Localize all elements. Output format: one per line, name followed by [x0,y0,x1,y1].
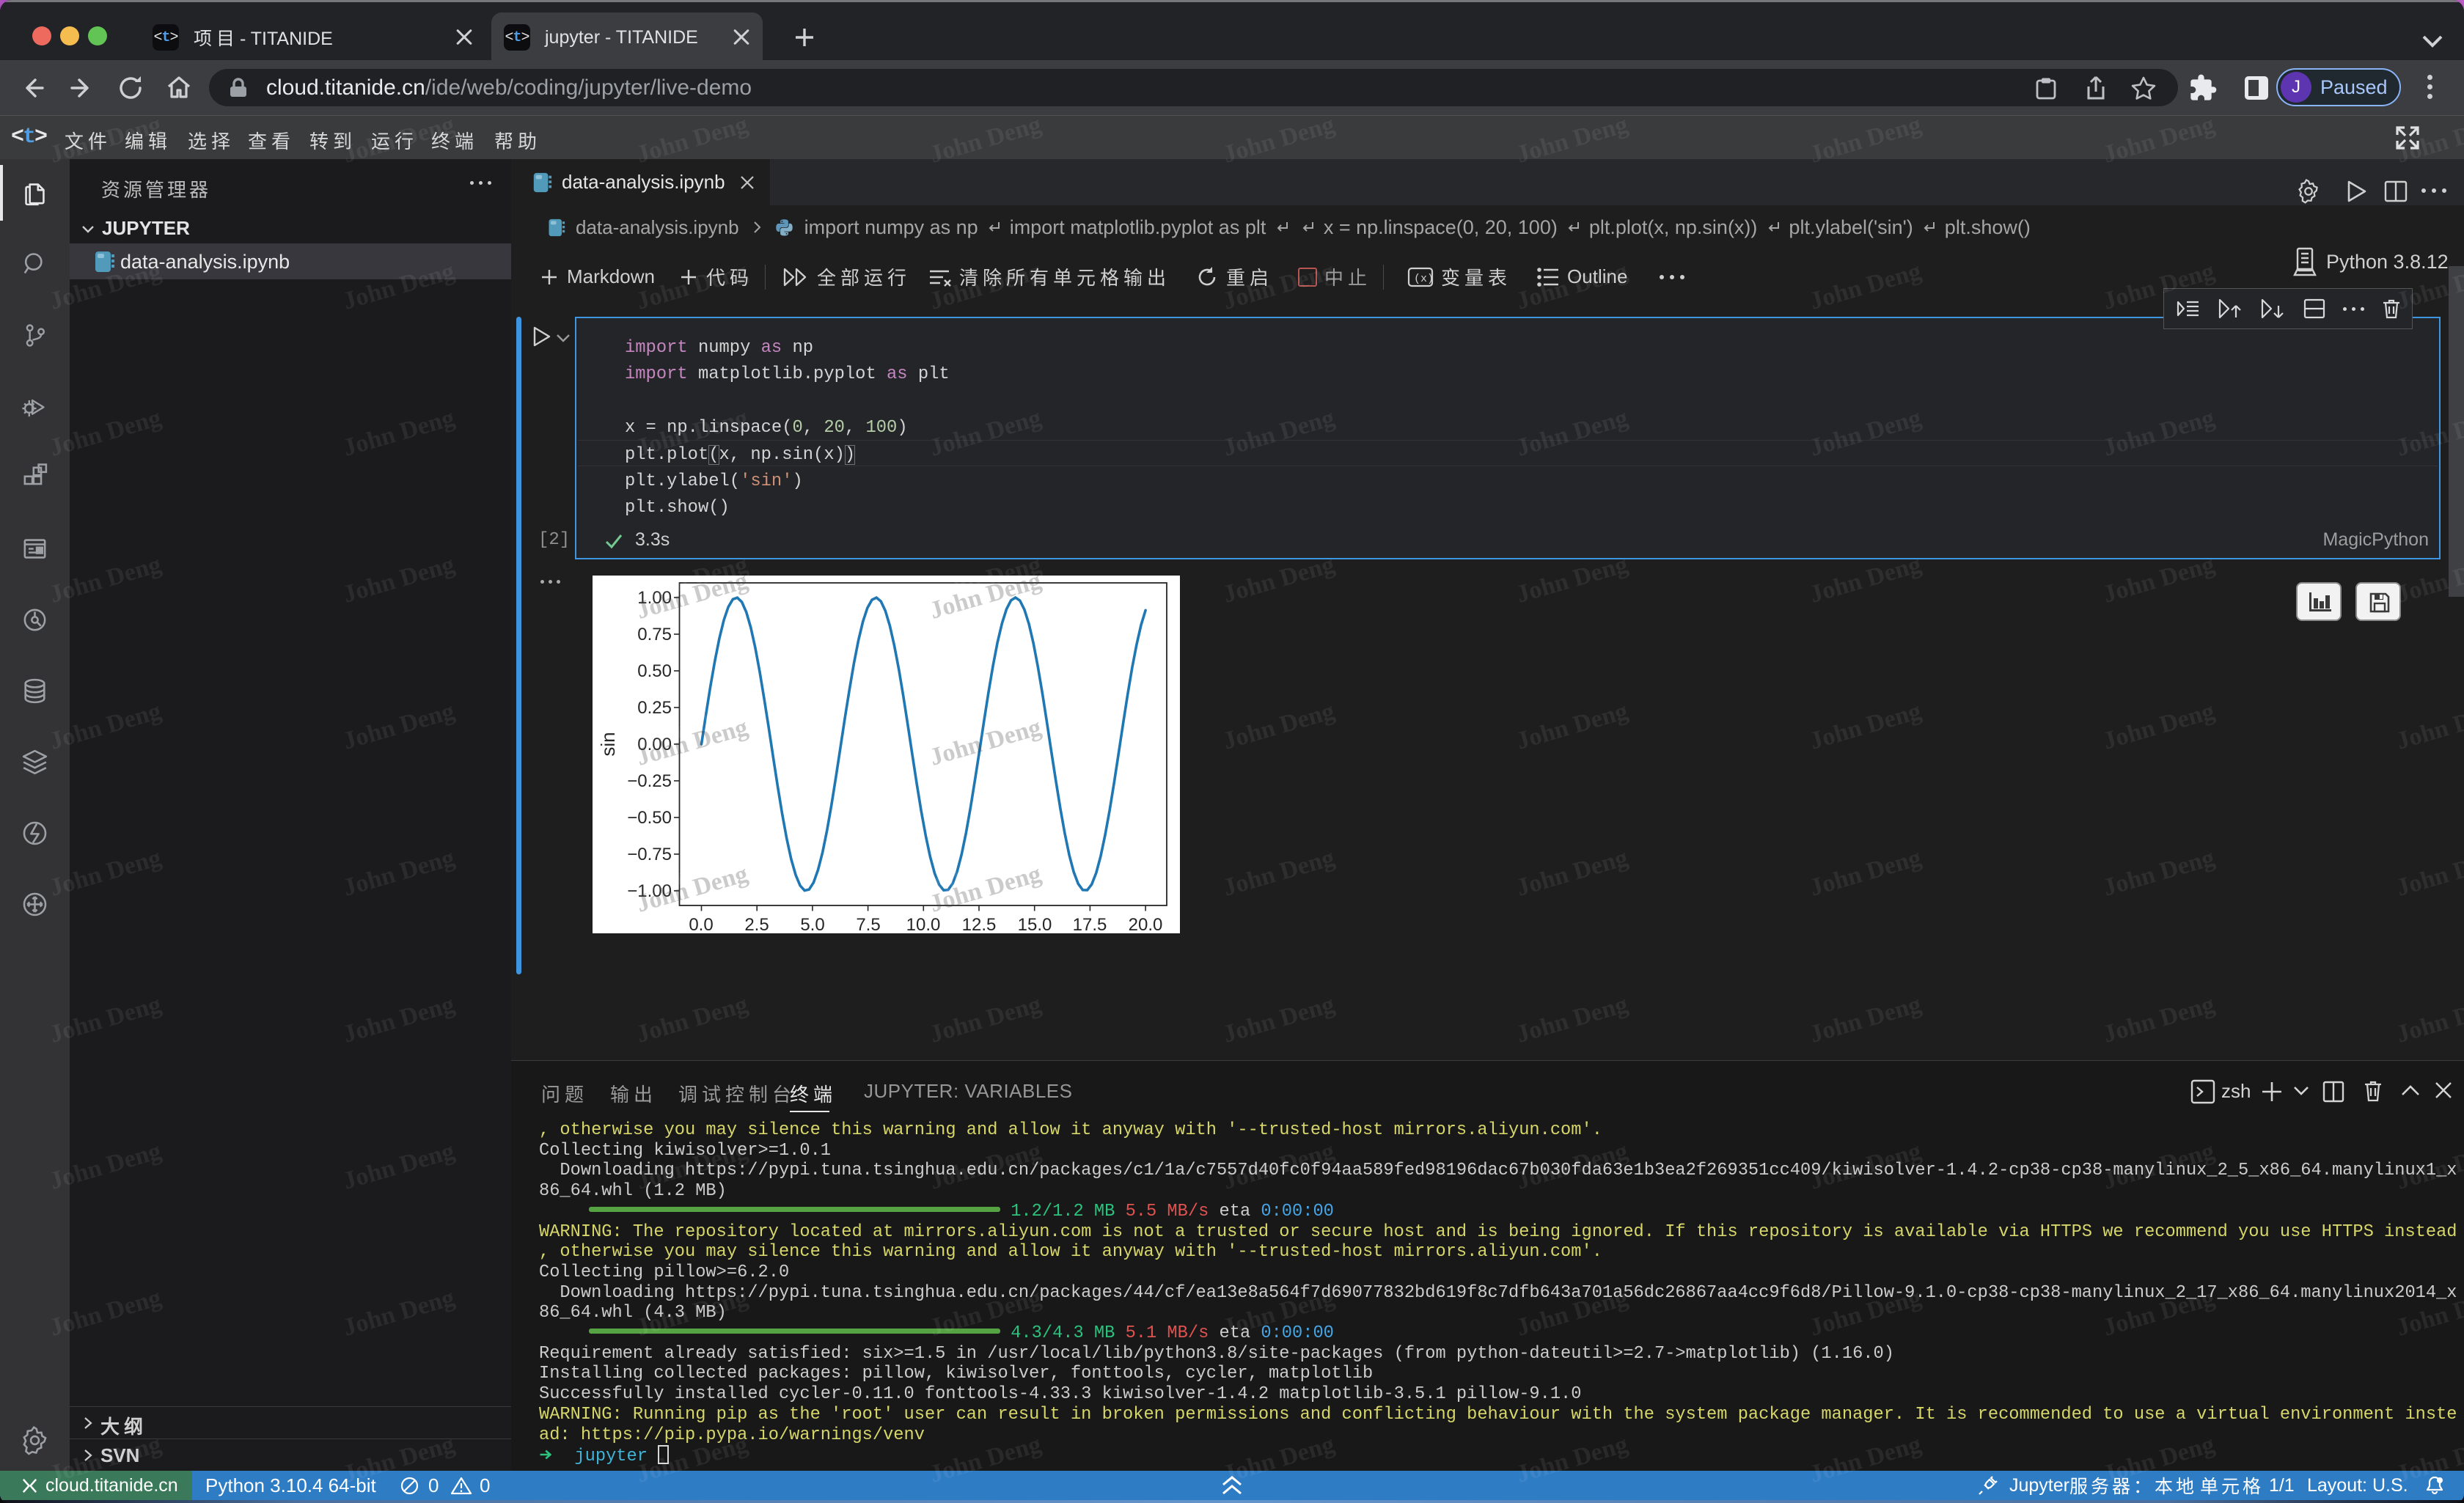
svg-text:−0.75: −0.75 [627,845,672,864]
svg-text:0.00: 0.00 [637,735,672,754]
svg-text:20.0: 20.0 [1129,915,1163,933]
svg-text:sin: sin [597,732,619,756]
svg-text:2.5: 2.5 [744,915,769,933]
svg-text:12.5: 12.5 [962,915,997,933]
svg-text:0.50: 0.50 [637,661,672,681]
svg-text:−0.50: −0.50 [627,808,672,828]
svg-text:0.75: 0.75 [637,625,672,644]
svg-text:−1.00: −1.00 [627,881,672,901]
svg-text:1.00: 1.00 [637,588,672,608]
svg-text:7.5: 7.5 [856,915,880,933]
svg-text:−0.25: −0.25 [627,771,672,791]
svg-text:(x): (x) [1414,273,1434,285]
svg-text:0.25: 0.25 [637,698,672,718]
svg-text:0.0: 0.0 [689,915,713,933]
svg-text:17.5: 17.5 [1073,915,1107,933]
svg-text:10.0: 10.0 [906,915,941,933]
svg-text:5.0: 5.0 [800,915,824,933]
svg-text:15.0: 15.0 [1018,915,1052,933]
